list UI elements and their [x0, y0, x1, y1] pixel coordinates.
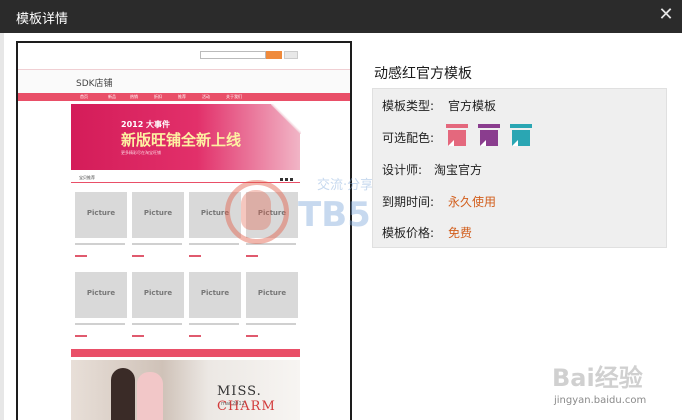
preview-nav-item: 活动 — [202, 94, 210, 99]
preview-nav-item: 关于我们 — [226, 94, 242, 99]
preview-brand: SDK店铺 — [76, 79, 113, 89]
info-label: 可选配色: — [382, 131, 435, 145]
preview-product-text — [132, 243, 182, 245]
info-value: 永久使用 — [448, 195, 497, 209]
preview-product-image: Picture — [132, 272, 184, 318]
baidu-logo: Bai经验 — [552, 364, 643, 392]
baidu-url: jingyan.baidu.com — [554, 395, 647, 406]
template-info-panel: 模板类型: 官方模板 可选配色: 设计师: 淘宝官方 到期时间: 永久使用 模板… — [372, 88, 667, 248]
preview-product-price — [75, 335, 87, 337]
info-label: 模板价格: — [382, 226, 435, 240]
preview-nav: 首页 新品 热销 折扣 推荐 活动 关于我们 — [18, 93, 350, 101]
preview-search — [200, 51, 266, 59]
preview-banner-fold — [271, 104, 301, 134]
preview-product-image: Picture — [75, 272, 127, 318]
preview-banner: 2012 大事件 新版旺铺全新上线 更多精彩尽在淘宝旺铺 — [71, 104, 301, 170]
preview-promo-sub: mar.2012 — [221, 401, 245, 407]
preview-section-title: 宝贝推荐 — [79, 175, 95, 180]
swatch-lid — [446, 124, 468, 128]
preview-product-text — [75, 243, 125, 245]
preview-product-text — [189, 323, 239, 325]
color-option-teal[interactable] — [510, 124, 532, 148]
color-option-pink[interactable] — [446, 124, 468, 148]
preview-search-button — [266, 51, 282, 59]
preview-banner-headline: 新版旺铺全新上线 — [121, 131, 242, 149]
preview-model-figure — [137, 372, 163, 420]
preview-banner-dots — [280, 166, 298, 181]
baidu-watermark: Bai经验 jingyan.baidu.com — [552, 358, 677, 408]
swatch-lid — [478, 124, 500, 128]
preview-promo-title: MISS. CHARM — [217, 384, 276, 414]
preview-search-button-2 — [284, 51, 298, 59]
info-value: 淘宝官方 — [434, 163, 483, 177]
info-row-type: 模板类型: 官方模板 — [382, 97, 496, 114]
preview-product-price — [246, 335, 258, 337]
info-row-designer: 设计师: 淘宝官方 — [382, 161, 482, 178]
preview-product-price — [246, 255, 258, 257]
info-label: 模板类型: — [382, 99, 435, 113]
dialog-titlebar: 模板详情 ✕ — [0, 0, 682, 33]
template-preview-image: SDK店铺 首页 新品 热销 折扣 推荐 活动 关于我们 2012 大事件 新版… — [16, 41, 352, 420]
preview-product-image: Picture — [75, 192, 127, 238]
preview-product-image: Picture — [132, 192, 184, 238]
preview-model-figure — [111, 368, 135, 420]
preview-product-price — [132, 255, 144, 257]
preview-nav-item: 新品 — [108, 94, 116, 99]
info-row-expiry: 到期时间: 永久使用 — [382, 193, 496, 210]
info-row-price: 模板价格: 免费 — [382, 224, 472, 241]
preview-section-header: 宝贝推荐 — [71, 174, 300, 183]
preview-product-text — [246, 323, 296, 325]
preview-nav-item: 折扣 — [154, 94, 162, 99]
preview-product-image: Picture — [246, 192, 298, 238]
close-icon[interactable]: ✕ — [657, 6, 675, 24]
preview-product-price — [189, 335, 201, 337]
info-row-colors: 可选配色: — [382, 129, 434, 146]
preview-product-image: Picture — [246, 272, 298, 318]
preview-product-text — [189, 243, 239, 245]
preview-product-text — [132, 323, 182, 325]
info-value: 免费 — [448, 226, 473, 240]
preview-banner-sub: 更多精彩尽在淘宝旺铺 — [121, 150, 161, 155]
color-option-purple[interactable] — [478, 124, 500, 148]
dialog-title: 模板详情 — [16, 12, 69, 27]
preview-product-price — [75, 255, 87, 257]
info-label: 设计师: — [382, 163, 423, 177]
preview-product-text — [75, 323, 125, 325]
preview-product-price — [189, 255, 201, 257]
preview-product-text — [246, 243, 296, 245]
preview-promo-photo: MISS. CHARM mar.2012 — [71, 360, 300, 420]
preview-header — [18, 69, 350, 96]
info-value: 官方模板 — [448, 99, 497, 113]
left-edge — [0, 33, 4, 420]
swatch-lid — [510, 124, 532, 128]
preview-nav-item: 首页 — [80, 94, 88, 99]
preview-topbar — [18, 43, 350, 69]
info-label: 到期时间: — [382, 195, 435, 209]
preview-filter-bar — [71, 349, 300, 357]
preview-product-price — [132, 335, 144, 337]
preview-nav-item: 推荐 — [178, 94, 186, 99]
preview-nav-item: 热销 — [130, 94, 138, 99]
preview-product-image: Picture — [189, 272, 241, 318]
template-name: 动感红官方模板 — [374, 66, 472, 82]
preview-product-image: Picture — [189, 192, 241, 238]
